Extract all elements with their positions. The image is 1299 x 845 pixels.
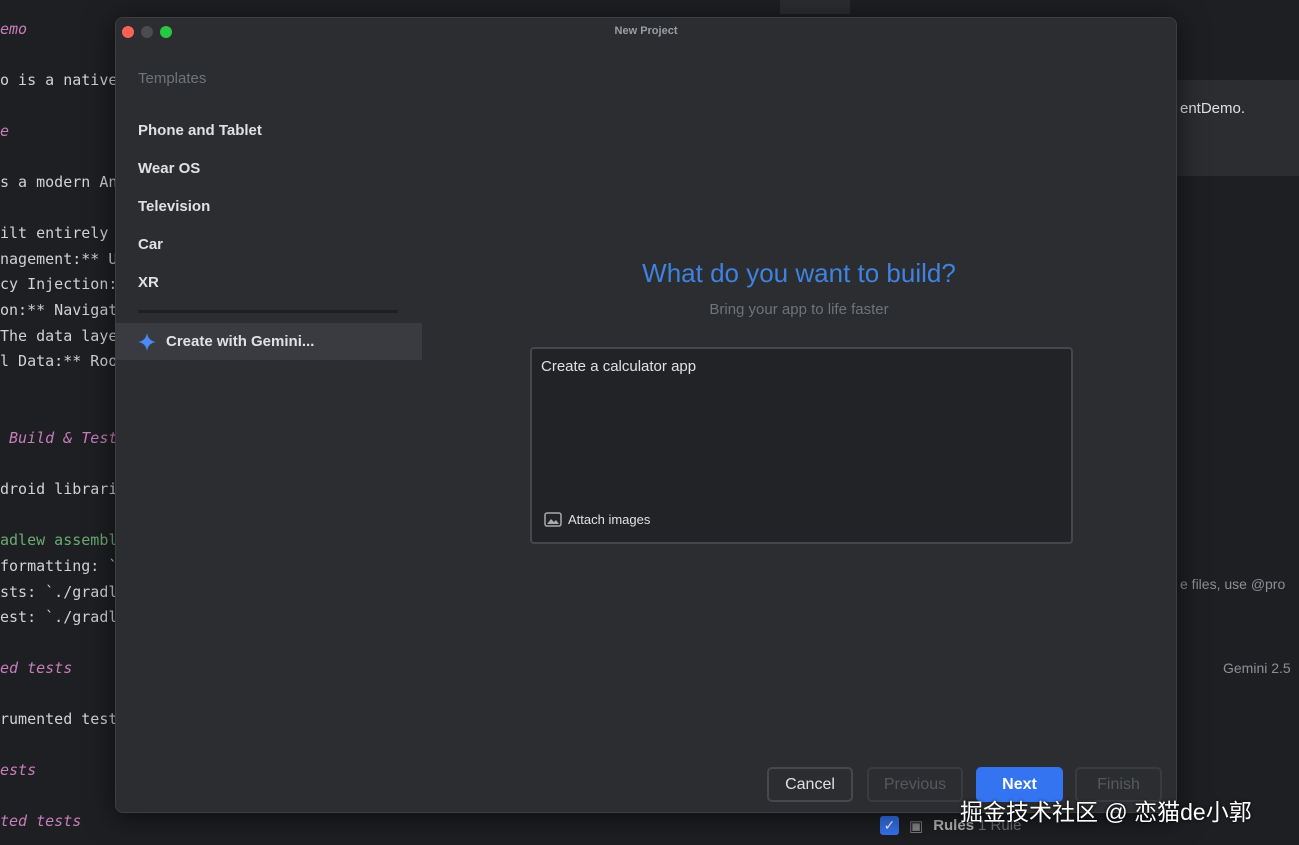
sidebar-item-xr[interactable]: XR — [138, 274, 159, 291]
code-line: sts: `./gradl — [0, 583, 118, 601]
dialog-title: New Project — [614, 25, 678, 37]
code-line: The data laye — [0, 327, 118, 345]
gemini-item-label: Create with Gemini... — [166, 333, 315, 350]
page-heading: What do you want to build? — [642, 258, 956, 288]
code-line: on:** Navigat — [0, 301, 118, 319]
rules-icon: ▣ — [909, 817, 924, 835]
code-line: o is a native — [0, 71, 118, 89]
code-line: rumented test — [0, 710, 118, 728]
code-line: s a modern An — [0, 173, 118, 191]
code-line: nagement:** U — [0, 250, 118, 268]
code-line: ilt entirely — [0, 224, 109, 242]
prompt-box: Attach images — [530, 347, 1073, 544]
code-line: Build & Test — [0, 429, 118, 447]
templates-sidebar: Templates Phone and Tablet Wear OS Telev… — [116, 44, 422, 812]
gemini-sparkle-icon — [138, 333, 156, 351]
code-line: l Data:** Roo — [0, 352, 118, 370]
code-line: ests — [0, 761, 37, 779]
page-subheading: Bring your app to life faster — [709, 301, 889, 318]
sidebar-item-car[interactable]: Car — [138, 236, 163, 253]
sidebar-item-phone-tablet[interactable]: Phone and Tablet — [138, 122, 262, 139]
attach-images-button[interactable]: Attach images — [544, 512, 650, 527]
new-project-dialog: New Project Templates Phone and Tablet W… — [115, 17, 1177, 813]
model-selector[interactable]: Gemini 2.5 — [1223, 660, 1291, 676]
code-line: cy Injection: — [0, 275, 118, 293]
input-hint: e files, use @pro — [1180, 576, 1286, 592]
code-line: droid librari — [0, 480, 118, 498]
checkbox-checked-icon[interactable]: ✓ — [880, 816, 899, 835]
code-line: emo — [0, 20, 28, 38]
attach-images-label: Attach images — [568, 512, 651, 527]
sidebar-item-wear-os[interactable]: Wear OS — [138, 160, 200, 177]
image-icon — [544, 512, 562, 527]
prompt-input[interactable] — [541, 358, 1061, 498]
previous-button[interactable]: Previous — [867, 767, 963, 802]
sidebar-item-television[interactable]: Television — [138, 198, 210, 215]
watermark: 掘金技术社区 @ 恋猫de小郭 — [960, 799, 1252, 825]
code-line: formatting: ` — [0, 557, 118, 575]
code-line: e — [0, 122, 10, 140]
code-line: est: `./gradl — [0, 608, 118, 626]
sidebar-divider — [138, 310, 398, 313]
sidebar-item-create-with-gemini[interactable]: Create with Gemini... — [116, 323, 422, 360]
templates-header: Templates — [138, 70, 207, 87]
cancel-button[interactable]: Cancel — [767, 767, 853, 802]
message-text: entDemo. — [1180, 100, 1246, 117]
code-line: ed tests — [0, 659, 73, 677]
code-line: ted tests — [0, 812, 82, 830]
code-line: adlew assembl — [0, 531, 118, 549]
